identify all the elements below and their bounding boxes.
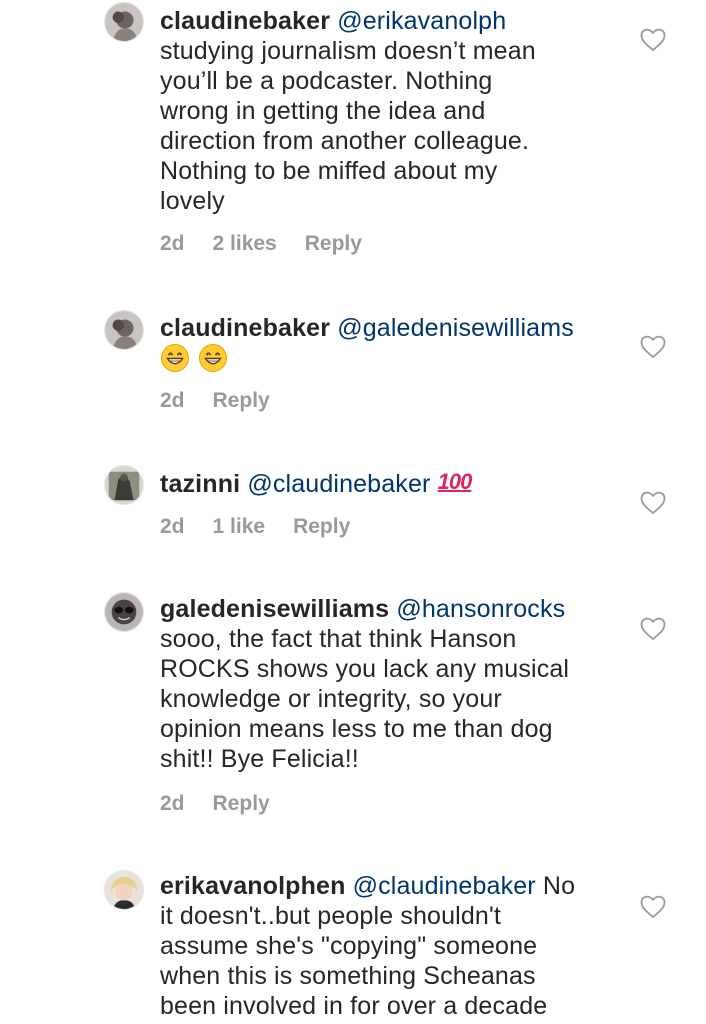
reply-button[interactable]: Reply (213, 792, 270, 815)
heart-outline-icon[interactable] (640, 895, 666, 919)
comment-username[interactable]: claudinebaker (160, 7, 330, 35)
avatar[interactable] (104, 592, 144, 632)
comment-mention[interactable]: @hansonrocks (396, 595, 565, 623)
avatar[interactable] (104, 870, 144, 910)
comment-text: tazinni @claudinebaker 100 (160, 467, 630, 499)
comment-body: studying journalism doesn’t mean you’ll … (160, 37, 536, 215)
heart-outline-icon[interactable] (640, 617, 666, 641)
comment-text: galedenisewilliams @hansonrocks sooo, th… (160, 594, 630, 774)
comment-mention[interactable]: @erikavanolph (337, 7, 506, 35)
heart-outline-icon[interactable] (640, 491, 666, 515)
grinning-face-emoji (160, 343, 190, 373)
comment-time: 2d (160, 515, 185, 538)
reply-button[interactable]: Reply (293, 515, 350, 538)
avatar[interactable] (104, 2, 144, 42)
comment-mention[interactable]: @galedenisewilliams (337, 314, 574, 342)
comment-text: erikavanolphen @claudinebaker No it does… (160, 871, 630, 1021)
comment-meta: 2d 1 like Reply (160, 515, 378, 539)
comment-username[interactable]: galedenisewilliams (160, 595, 389, 623)
comment-meta: 2d Reply (160, 792, 298, 816)
avatar[interactable] (104, 310, 144, 350)
comment-username[interactable]: erikavanolphen (160, 872, 346, 900)
comment-text: claudinebaker @erikavanolph studying jou… (160, 6, 630, 216)
comment-meta: 2d Reply (160, 389, 298, 413)
reply-button[interactable]: Reply (305, 232, 362, 255)
comment-time: 2d (160, 389, 185, 412)
heart-outline-icon[interactable] (640, 335, 666, 359)
reply-button[interactable]: Reply (213, 389, 270, 412)
comment-likes[interactable]: 2 likes (213, 232, 277, 255)
comment-meta: 2d 2 likes Reply (160, 232, 390, 256)
comment-mention[interactable]: @claudinebaker (353, 872, 536, 900)
heart-outline-icon[interactable] (640, 28, 666, 52)
hundred-points-emoji: 100 (437, 469, 473, 494)
comment-body: sooo, the fact that think Hanson ROCKS s… (160, 625, 570, 773)
comment-username[interactable]: tazinni (160, 470, 240, 498)
grinning-face-emoji (198, 343, 228, 373)
avatar[interactable] (104, 465, 144, 505)
comment-likes[interactable]: 1 like (213, 515, 266, 538)
comment-text: claudinebaker @galedenisewilliams (160, 313, 630, 375)
comment-username[interactable]: claudinebaker (160, 314, 330, 342)
comment-time: 2d (160, 232, 185, 255)
comment-time: 2d (160, 792, 185, 815)
comment-mention[interactable]: @claudinebaker (247, 470, 430, 498)
